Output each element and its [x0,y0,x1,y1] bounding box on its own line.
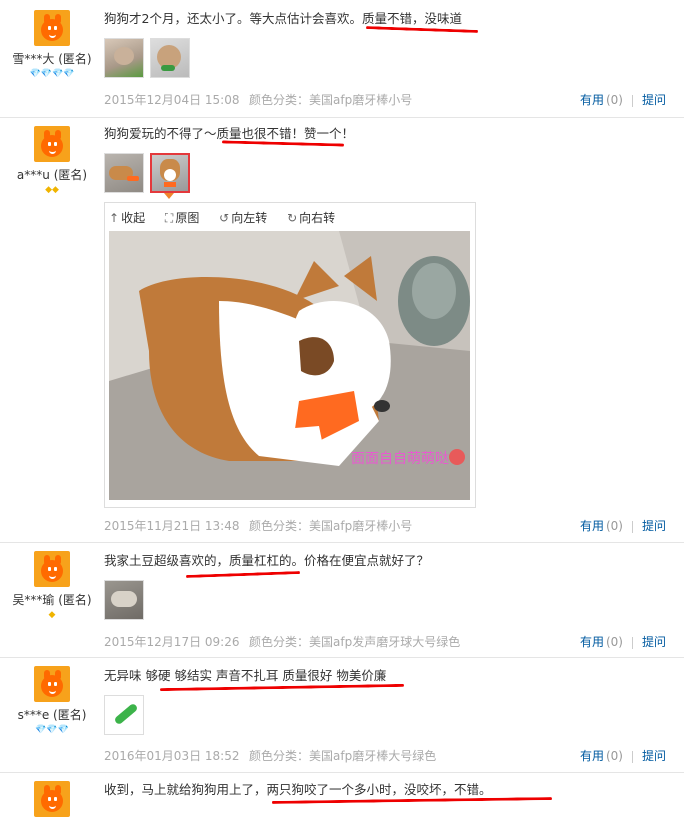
rotate-right-button[interactable]: ↻ 向右转 [287,211,343,225]
divider [631,750,633,763]
divider [631,520,633,533]
useful-count: (0) [605,519,623,533]
reviewer-info: a***u (匿名) ◆◆ [0,126,104,195]
reviewer-info [0,781,104,817]
ask-button[interactable]: 提问 [642,93,666,107]
ask-button[interactable]: 提问 [642,519,666,533]
divider [0,542,684,543]
review-text: 我家土豆超级喜欢的，质量杠杠的。价格在便宜点就好了？ [104,553,430,568]
expand-icon: ⛶ [164,211,174,225]
photo-watermark: 面面自自萌萌哒 [351,450,449,467]
avatar[interactable] [34,551,70,587]
reviewer-info: s***e (匿名) 💎💎💎 [0,666,104,735]
member-level-badge: 💎💎💎 [35,725,69,735]
review-text: 狗狗爱玩的不得了～质量也很不错！赞一个！ [104,126,355,141]
divider [631,94,633,107]
review-text: 狗狗才2个月，还太小了。等大点估计会喜欢。质量不错，没味道 [104,11,462,26]
rotate-right-icon: ↻ [287,211,298,225]
avatar[interactable] [34,10,70,46]
review-photo-large[interactable]: 面面自自萌萌哒 [109,231,470,500]
review-text: 收到，马上就给狗狗用上了，两只狗咬了一个多小时，没咬坏，不错。 [104,782,492,797]
review-date: 2015年12月17日 09:26 [104,635,240,649]
useful-count: (0) [605,635,623,649]
avatar[interactable] [34,666,70,702]
reviewer-name: 雪***大 (匿名) [12,52,92,66]
reviewer-name: 吴***瑜 (匿名) [12,593,92,607]
useful-count: (0) [605,749,623,763]
review-date: 2016年01月03日 18:52 [104,749,240,763]
highlight-underline [185,571,301,578]
reviewer-info: 吴***瑜 (匿名) ◆ [0,551,104,620]
review-photo-thumb[interactable] [150,38,190,78]
ask-button[interactable]: 提问 [642,635,666,649]
useful-button[interactable]: 有用 [580,519,604,533]
product-spec: 颜色分类：美国afp磨牙棒大号绿色 [249,749,437,763]
rotate-left-button[interactable]: ↺ 向左转 [219,211,275,225]
reviewer-info: 雪***大 (匿名) 💎💎💎💎 [0,10,104,79]
product-spec: 颜色分类：美国afp磨牙棒小号 [249,93,413,107]
product-spec: 颜色分类：美国afp发声磨牙球大号绿色 [249,635,461,649]
collapse-button[interactable]: ↑ 收起 [109,211,153,225]
review-date: 2015年12月04日 15:08 [104,93,240,107]
original-image-button[interactable]: ⛶ 原图 [165,211,207,225]
review-photo-thumb[interactable] [104,580,144,620]
review-date: 2015年11月21日 13:48 [104,519,240,533]
avatar[interactable] [34,781,70,817]
divider [631,636,633,649]
review-photo-thumb[interactable] [104,695,144,735]
reviewer-name: a***u (匿名) [16,168,88,182]
divider [0,657,684,658]
review-photo-thumb[interactable] [104,38,144,78]
divider [0,772,684,773]
avatar[interactable] [34,126,70,162]
member-level-badge: 💎💎💎💎 [29,69,75,79]
review-photo-thumb[interactable] [104,153,144,193]
selected-pointer [164,193,174,199]
rotate-left-icon: ↺ [219,211,230,225]
up-arrow-icon: ↑ [109,211,120,225]
review-text: 无异味 够硬 够结实 声音不扎耳 质量很好 物美价廉 [104,668,387,683]
product-spec: 颜色分类：美国afp磨牙棒小号 [249,519,413,533]
member-level-badge: ◆◆ [45,185,59,195]
review-photo-thumb-selected[interactable] [150,153,190,193]
useful-button[interactable]: 有用 [580,749,604,763]
useful-button[interactable]: 有用 [580,635,604,649]
photo-viewer: ↑ 收起 ⛶ 原图 ↺ 向左转 ↻ 向右转 面面自自萌萌哒 [104,202,476,508]
reviewer-name: s***e (匿名) [17,708,87,722]
ask-button[interactable]: 提问 [642,749,666,763]
useful-button[interactable]: 有用 [580,93,604,107]
divider [0,117,684,118]
member-level-badge: ◆ [48,610,56,620]
useful-count: (0) [605,93,623,107]
